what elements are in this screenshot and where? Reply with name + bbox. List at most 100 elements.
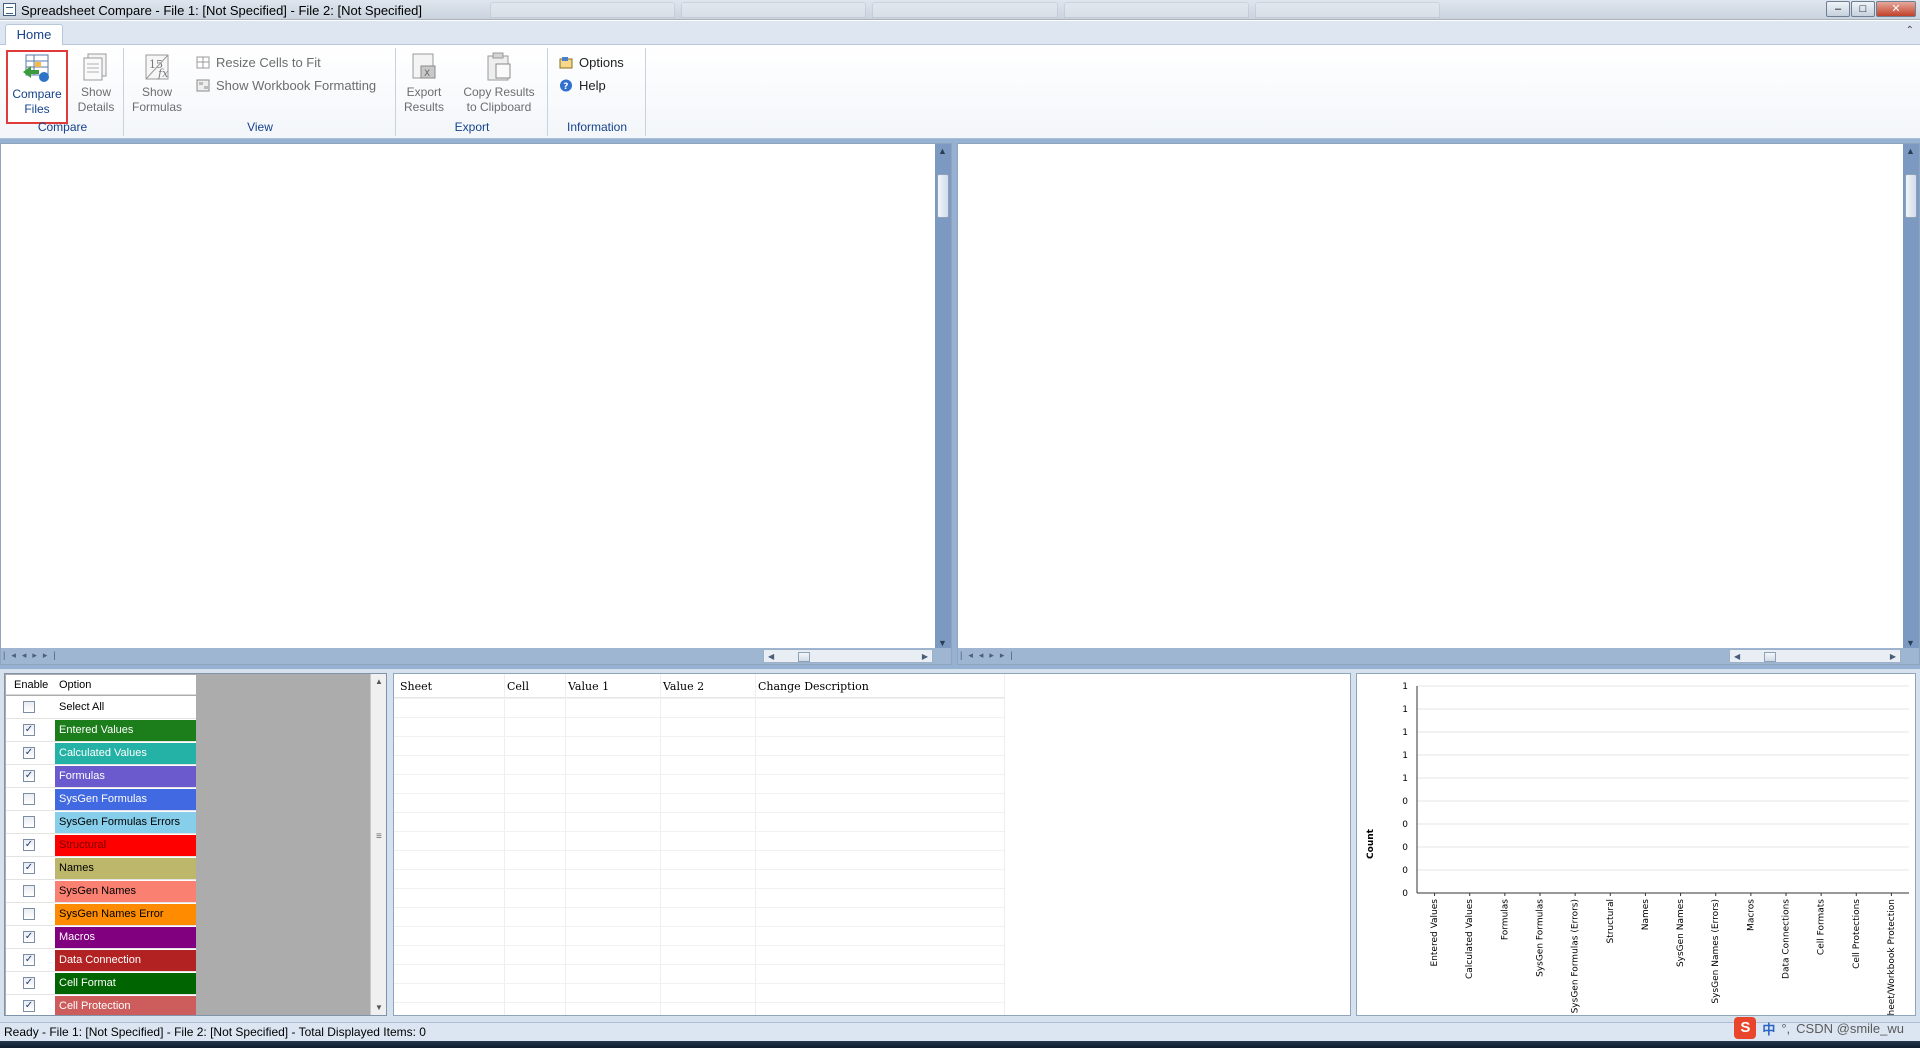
option-row[interactable]: ✓ Cell Format [6,972,196,995]
option-row[interactable]: Select All [6,696,196,719]
options-icon [559,56,573,69]
option-checkbox[interactable]: ✓ [23,1000,35,1012]
option-label: Formulas [55,766,196,787]
help-button[interactable]: ? Help [559,77,606,95]
resize-cells-button[interactable]: Resize Cells to Fit [196,54,321,72]
option-row[interactable]: SysGen Formulas Errors [6,811,196,834]
maximize-button[interactable]: □ [1851,1,1875,17]
workbook-1-vertical-scrollbar[interactable]: ▲ ▼ [935,144,951,650]
option-row[interactable]: ✓ Structural [6,834,196,857]
ime-mode-indicator[interactable]: 中 [1762,1019,1775,1038]
option-row[interactable]: ✓ Entered Values [6,719,196,742]
workbook-1-pane[interactable]: ▲ ▼ |◂◂▸▸| ◀ ▶ [0,143,952,665]
scroll-left-arrow-icon[interactable]: ◀ [1734,652,1740,661]
scroll-right-arrow-icon[interactable]: ▶ [1890,652,1896,661]
option-row[interactable]: ✓ Macros [6,926,196,949]
close-button[interactable]: ✕ [1876,1,1916,17]
option-checkbox[interactable]: ✓ [23,770,35,782]
column-header-value-2[interactable]: Value 2 [663,680,704,693]
x-tick-label: SysGen Formulas [1536,899,1546,977]
tab-home[interactable]: Home [5,24,63,45]
scroll-down-arrow-icon[interactable]: ▼ [375,1003,383,1012]
sheet-nav-arrows-icon[interactable]: |◂◂▸▸| [3,650,62,661]
options-button[interactable]: Options [559,54,624,72]
option-row[interactable]: SysGen Names [6,880,196,903]
option-checkbox[interactable]: ✓ [23,839,35,851]
group-label-export: Export [454,120,490,134]
x-tick-label: SysGen Names [1676,899,1686,967]
ribbon-group-compare: Compare Files Show Details Compare [2,48,124,136]
show-formulas-button[interactable]: 15 fx Show Formulas [129,50,185,115]
minimize-button[interactable]: – [1826,1,1850,17]
workbook-2-vertical-scrollbar[interactable]: ▲ ▼ [1903,144,1919,650]
grid-row-line [394,850,1004,851]
punctuation-icon[interactable]: °, [1781,1021,1790,1036]
scroll-grip-icon[interactable]: ≡ [376,831,382,842]
option-label: SysGen Names Error [55,904,196,925]
option-row[interactable]: ✓ Names [6,857,196,880]
scroll-down-arrow-icon[interactable]: ▼ [938,638,947,648]
option-row[interactable]: ✓ Cell Protection [6,995,196,1015]
option-checkbox[interactable] [23,885,35,897]
window-title: Spreadsheet Compare - File 1: [Not Speci… [21,3,423,18]
option-checkbox[interactable]: ✓ [23,724,35,736]
option-checkbox[interactable] [23,908,35,920]
grid-row-line [394,831,1004,832]
workbook-1-sheet-nav-bar: |◂◂▸▸| ◀ ▶ [1,648,951,664]
column-header-cell[interactable]: Cell [507,680,529,693]
scroll-right-arrow-icon[interactable]: ▶ [922,652,928,661]
column-header-change-description[interactable]: Change Description [758,680,869,693]
workbook-2-pane[interactable]: ▲ ▼ |◂◂▸▸| ◀ ▶ [957,143,1920,665]
option-checkbox[interactable]: ✓ [23,747,35,759]
options-vertical-scrollbar[interactable]: ▲ ≡ ▼ [370,674,386,1015]
scroll-up-arrow-icon[interactable]: ▲ [938,146,947,156]
option-row[interactable]: ✓ Formulas [6,765,196,788]
copy-results-to-clipboard-button[interactable]: Copy Results to Clipboard [457,50,541,115]
options-list-panel: Enable Option Select All ✓ Entered Values ✓… [4,673,387,1016]
scroll-left-arrow-icon[interactable]: ◀ [768,652,774,661]
results-grid-panel[interactable]: Sheet Cell Value 1 Value 2 Change Descri… [393,673,1351,1016]
option-row[interactable]: ✓ Data Connection [6,949,196,972]
option-checkbox[interactable] [23,816,35,828]
scroll-thumb[interactable] [1905,174,1917,218]
option-row[interactable]: SysGen Names Error [6,903,196,926]
ribbon-collapse-chevron-icon[interactable]: ⌃ [1906,25,1914,36]
option-label: Data Connection [55,950,196,971]
option-label: Names [55,858,196,879]
scroll-down-arrow-icon[interactable]: ▼ [1906,638,1915,648]
option-label: SysGen Names [55,881,196,902]
option-row[interactable]: ✓ Calculated Values [6,742,196,765]
grid-row-line [394,736,1004,737]
column-header-value-1[interactable]: Value 1 [568,680,609,693]
ribbon: Compare Files Show Details Compare 15 fx… [0,45,1920,139]
x-tick-label: Entered Values [1430,899,1440,967]
option-checkbox[interactable]: ✓ [23,862,35,874]
option-checkbox[interactable]: ✓ [23,977,35,989]
option-checkbox[interactable] [23,793,35,805]
option-label: Macros [55,927,196,948]
column-header-sheet[interactable]: Sheet [400,680,432,693]
option-checkbox[interactable] [23,701,35,713]
copy-results-label: Copy Results to Clipboard [463,85,535,114]
scroll-up-arrow-icon[interactable]: ▲ [1906,146,1915,156]
scroll-up-arrow-icon[interactable]: ▲ [375,677,383,686]
grid-row-line [394,1002,1004,1003]
horizontal-scroll-thumb[interactable] [1764,652,1776,662]
export-results-button[interactable]: X Export Results [399,50,449,115]
workbook-2-horizontal-scrollbar[interactable]: ◀ ▶ [1729,649,1901,663]
ime-logo-icon[interactable]: S [1734,1017,1757,1039]
ribbon-tab-bar: Home ⌃ [0,21,1920,45]
workbook-1-horizontal-scrollbar[interactable]: ◀ ▶ [763,649,933,663]
option-checkbox[interactable]: ✓ [23,954,35,966]
horizontal-scroll-thumb[interactable] [798,652,810,662]
show-details-button[interactable]: Show Details [71,50,121,115]
status-bar: Ready - File 1: [Not Specified] - File 2… [0,1022,1920,1041]
scroll-thumb[interactable] [937,174,949,218]
show-workbook-formatting-button[interactable]: Show Workbook Formatting [196,77,376,95]
compare-files-button[interactable]: Compare Files [6,50,68,124]
option-checkbox[interactable]: ✓ [23,931,35,943]
option-row[interactable]: SysGen Formulas [6,788,196,811]
sheet-nav-arrows-icon[interactable]: |◂◂▸▸| [960,650,1019,661]
y-axis-label: Count [1366,828,1376,859]
option-checkbox-cell [6,811,55,833]
